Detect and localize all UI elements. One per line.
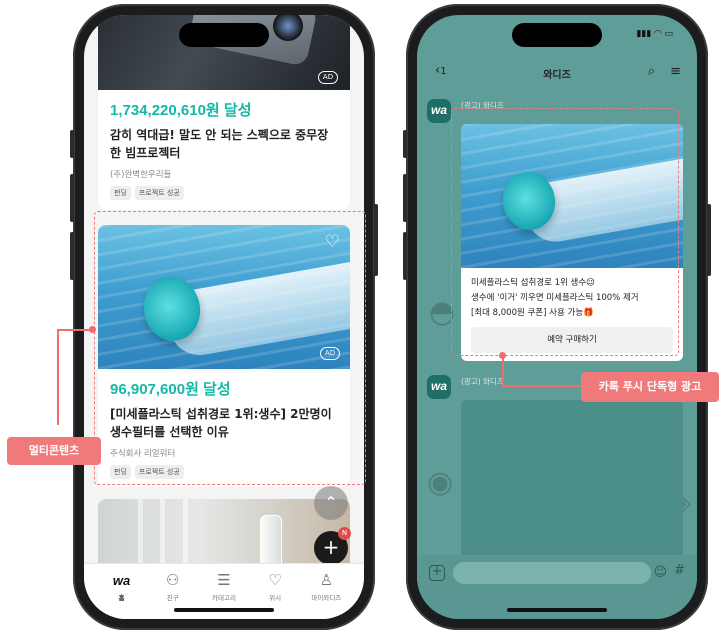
dynamic-island [512, 23, 602, 47]
project-title: 감히 역대급! 말도 안 되는 스펙으로 중무장한 빔프로젝터 [110, 128, 329, 160]
dynamic-island [179, 23, 269, 47]
tab-label: 홈 [118, 594, 125, 602]
tag-funding: 펀딩 [110, 186, 131, 200]
callout-line [502, 385, 582, 387]
heart-icon: ♡ [268, 571, 282, 589]
phone-side-button [70, 232, 74, 280]
chat-header: ‹1 와디즈 ⌕ ≡ [417, 57, 697, 91]
home-indicator [174, 608, 274, 612]
message-input[interactable] [453, 562, 651, 584]
phone-side-button [70, 130, 74, 158]
callout-line [57, 329, 92, 331]
category-icon: ☰ [217, 571, 231, 589]
search-icon[interactable]: ⌕ [648, 64, 655, 79]
phone-side-button [403, 174, 407, 222]
home-indicator [507, 608, 607, 612]
sender-name: (광고) 와디즈 [461, 377, 504, 386]
tag-project-success: 프로젝트 성공 [134, 186, 184, 200]
chat-title: 와디즈 [543, 70, 571, 81]
hash-icon[interactable]: # [674, 563, 685, 578]
wadiz-avatar[interactable]: wa [427, 99, 451, 123]
plus-icon: + [322, 535, 340, 559]
tab-label: 마이와디즈 [311, 594, 342, 602]
funding-card[interactable]: 1,734,220,610원 달성 감히 역대급! 말도 안 되는 스펙으로 중… [98, 90, 350, 210]
friends-icon: ⚇ [166, 571, 180, 589]
scroll-top-button[interactable]: ⌃ [314, 486, 348, 520]
callout-line [57, 329, 59, 425]
phone-side-button [374, 204, 378, 276]
kakao-push-highlight [451, 108, 679, 356]
tab-label: 친구 [166, 594, 179, 602]
ad-badge: AD [318, 71, 338, 84]
company-name: (주)완벽한우리들 [110, 170, 172, 180]
status-icons: ▮▮▮ ◠ ▭ [636, 29, 673, 39]
person-icon: ♙ [319, 571, 334, 589]
phone-side-button [403, 232, 407, 280]
wadiz-logo-icon: wa [112, 573, 131, 588]
callout-line [502, 355, 504, 386]
multi-content-highlight [94, 211, 366, 485]
new-badge: N [338, 527, 351, 540]
emoji-icon[interactable]: ☺ [653, 565, 667, 580]
tab-home[interactable]: wa 홈 [99, 570, 145, 619]
wadiz-avatar[interactable]: wa [427, 375, 451, 399]
phone-side-button [70, 174, 74, 222]
ad-message-bubble[interactable] [461, 400, 683, 580]
tab-my-wadiz[interactable]: ♙ 마이와디즈 [303, 570, 349, 619]
multi-content-label: 멀티콘텐츠 [7, 437, 101, 465]
phone-side-button [707, 204, 711, 276]
tab-label: 카테고리 [212, 594, 236, 602]
funding-amount: 1,734,220,610원 달성 [110, 102, 252, 119]
sticker-bg: ◉ [427, 465, 454, 500]
add-button[interactable]: + N [314, 527, 351, 565]
kakao-push-label: 카톡 푸시 단독형 광고 [581, 372, 719, 402]
tab-label: 위시 [269, 594, 282, 602]
menu-icon[interactable]: ≡ [670, 64, 681, 79]
phone-side-button [403, 130, 407, 158]
plus-icon[interactable]: + [429, 565, 445, 581]
